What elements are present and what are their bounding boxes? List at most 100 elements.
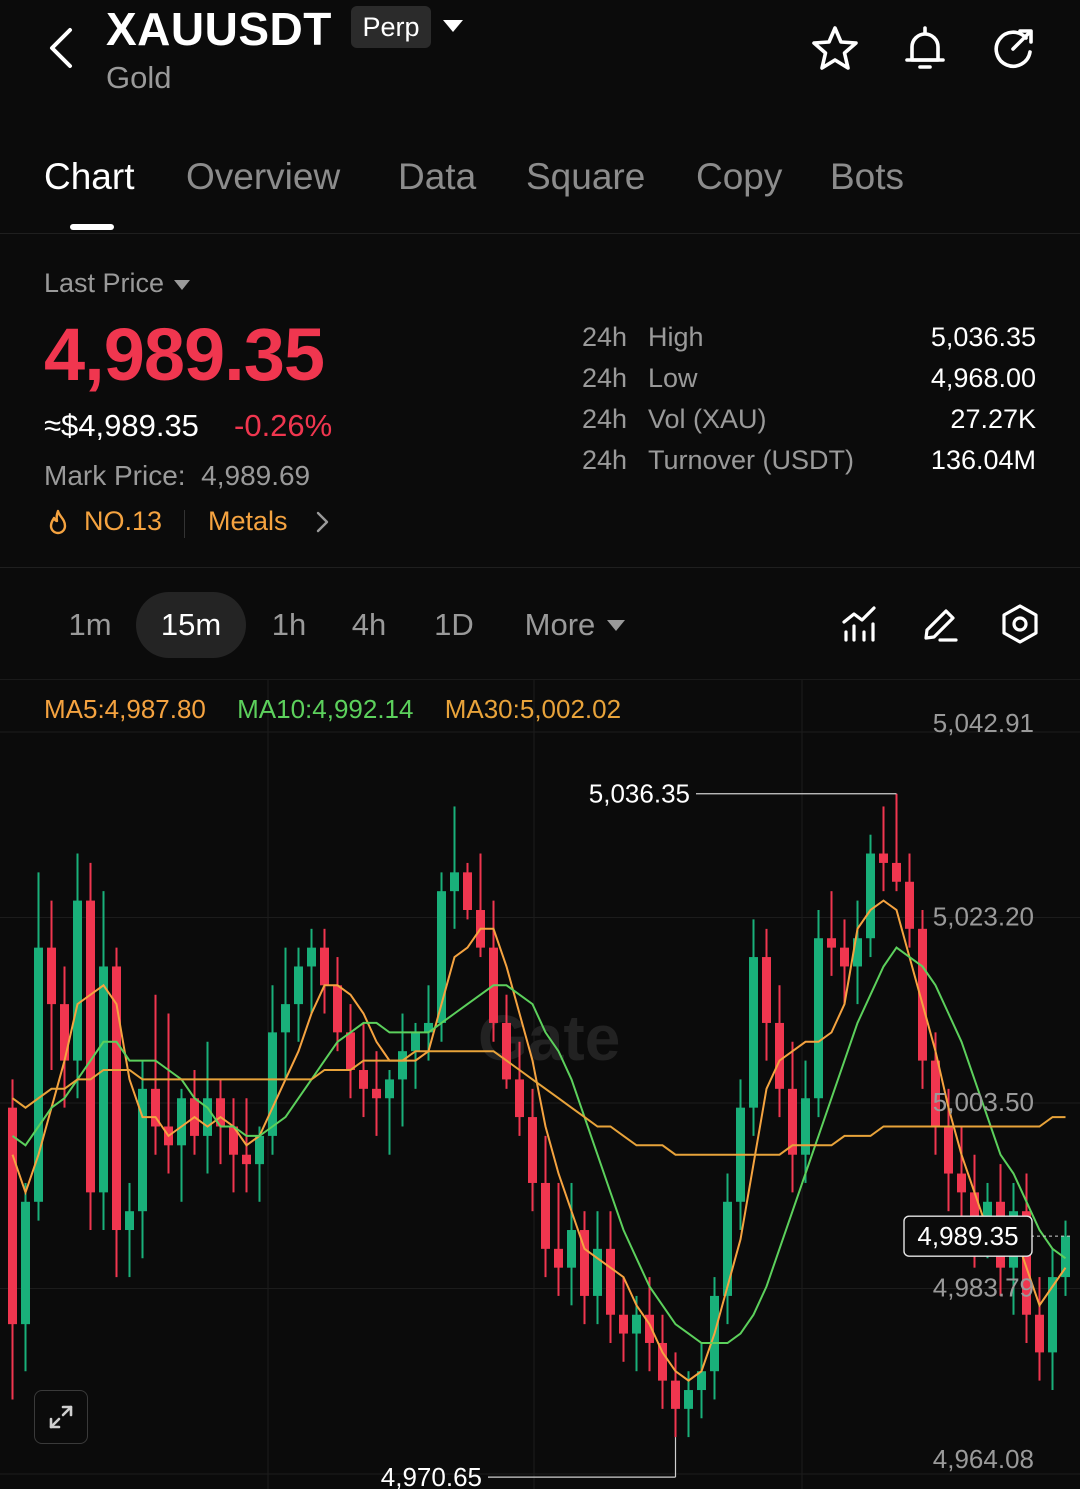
tab-data[interactable]: Data: [398, 156, 476, 198]
symbol-title[interactable]: XAUUSDT: [106, 2, 332, 56]
caret-down-icon: [607, 619, 626, 631]
stat-row-volume: 24h Vol (XAU) 27.27K: [582, 404, 1036, 445]
candle-body: [840, 947, 849, 967]
stat-value: 27.27K: [950, 404, 1036, 434]
interval-1d[interactable]: 1D: [420, 592, 488, 658]
active-tab-indicator: [70, 224, 114, 230]
back-icon[interactable]: [40, 22, 84, 74]
chevron-right-icon[interactable]: [312, 508, 332, 536]
interval-more[interactable]: More: [510, 592, 640, 658]
candle-body: [463, 872, 472, 910]
candle-body: [723, 1201, 732, 1296]
candle-body: [1048, 1277, 1057, 1353]
interval-1m[interactable]: 1m: [54, 592, 126, 658]
candle-body: [268, 1032, 277, 1136]
candle-body: [905, 881, 914, 929]
draw-pen-icon[interactable]: [918, 602, 962, 646]
stat-prefix: 24h: [582, 363, 628, 393]
candle-body: [619, 1314, 628, 1334]
ma-legend: MA5:4,987.80 MA10:4,992.14 MA30:5,002.02: [44, 694, 645, 725]
stat-prefix: 24h: [582, 404, 628, 434]
stat-label: Low: [648, 363, 698, 393]
tab-square[interactable]: Square: [526, 156, 645, 198]
candle-body: [450, 872, 459, 892]
stat-label: High: [648, 322, 704, 352]
ma30-label: MA30:5,002.02: [444, 694, 622, 724]
candle-body: [281, 1004, 290, 1033]
stat-value: 136.04M: [930, 445, 1036, 475]
usd-price: ≈$4,989.35: [44, 408, 199, 443]
interval-4h[interactable]: 4h: [336, 592, 402, 658]
low-marker-label: 4,970.65: [381, 1462, 482, 1489]
candle-body: [333, 985, 342, 1033]
high-marker-label: 5,036.35: [589, 779, 690, 809]
tab-chart[interactable]: Chart: [44, 156, 134, 198]
current-price-label: 4,989.35: [917, 1221, 1018, 1251]
last-price-selector[interactable]: Last Price: [44, 268, 191, 299]
candle-body: [827, 938, 836, 948]
more-label: More: [524, 607, 596, 642]
chart-settings-icon[interactable]: [998, 602, 1042, 646]
tab-copy[interactable]: Copy: [696, 156, 782, 198]
candle-body: [398, 1051, 407, 1080]
star-icon[interactable]: [808, 22, 862, 76]
candle-body: [541, 1182, 550, 1249]
candle-body: [684, 1390, 693, 1409]
category-link[interactable]: Metals: [208, 506, 288, 537]
ma10-label: MA10:4,992.14: [237, 694, 414, 724]
ma5-label: MA5:4,987.80: [44, 694, 206, 724]
rank-badge[interactable]: NO.13: [84, 506, 162, 537]
main-tabs: Chart Overview Data Square Copy Bots: [0, 140, 1080, 234]
candle-body: [762, 957, 771, 1023]
indicator-icon[interactable]: [838, 602, 882, 646]
stat-prefix: 24h: [582, 322, 628, 352]
rank-divider: [184, 510, 185, 538]
candle-body: [294, 966, 303, 1005]
y-axis-tick-label: 5,023.20: [933, 902, 1034, 932]
candle-body: [606, 1248, 615, 1315]
stat-label: Vol (XAU): [648, 404, 767, 434]
stat-prefix: 24h: [582, 445, 628, 475]
stat-row-low: 24h Low 4,968.00: [582, 363, 1036, 404]
candle-body: [203, 1098, 212, 1136]
tab-bots[interactable]: Bots: [830, 156, 904, 198]
share-icon[interactable]: [986, 22, 1040, 76]
candle-body: [892, 862, 901, 882]
chart-area[interactable]: Gate 5,036.35 4,970.65 5,042.91 5,023.20 5,00…: [0, 680, 1080, 1489]
candle-body: [502, 1022, 511, 1080]
stat-value: 4,968.00: [930, 363, 1036, 393]
mark-price: Mark Price: 4,989.69: [44, 460, 310, 492]
candle-body: [177, 1098, 186, 1146]
last-price-label: Last Price: [44, 268, 165, 298]
candle-body: [60, 1004, 69, 1061]
stat-row-turnover: 24h Turnover (USDT) 136.04M: [582, 445, 1036, 486]
y-axis-tick-label: 5,003.50: [933, 1087, 1034, 1117]
candle-body: [1035, 1314, 1044, 1353]
chart-toolbar: 1m 15m 1h 4h 1D More: [0, 568, 1080, 680]
mark-price-label: Mark Price:: [44, 460, 186, 491]
candle-body: [671, 1380, 680, 1409]
candle-body: [385, 1079, 394, 1099]
candle-body: [242, 1154, 251, 1165]
interval-15m[interactable]: 15m: [136, 592, 246, 658]
candle-body: [346, 1032, 355, 1071]
candle-body: [411, 1032, 420, 1052]
candle-body: [99, 966, 108, 1193]
perp-badge: Perp: [351, 6, 431, 48]
interval-1h[interactable]: 1h: [256, 592, 322, 658]
candle-body: [125, 1211, 134, 1231]
bell-icon[interactable]: [898, 22, 952, 76]
candle-body: [866, 853, 875, 939]
tab-overview[interactable]: Overview: [186, 156, 340, 198]
header: XAUUSDT Perp Gold: [0, 0, 1080, 130]
candle-body: [632, 1314, 641, 1334]
candle-body: [372, 1088, 381, 1099]
expand-chart-button[interactable]: [34, 1390, 88, 1444]
candle-body: [359, 1070, 368, 1089]
mark-price-value: 4,989.69: [201, 460, 311, 491]
candle-body: [879, 853, 888, 863]
candle-body: [515, 1079, 524, 1118]
y-axis-tick-label: 4,964.08: [933, 1444, 1034, 1474]
chevron-down-icon[interactable]: [440, 14, 466, 40]
candlestick-chart[interactable]: Gate5,036.354,970.655,042.915,023.205,00…: [0, 680, 1080, 1489]
